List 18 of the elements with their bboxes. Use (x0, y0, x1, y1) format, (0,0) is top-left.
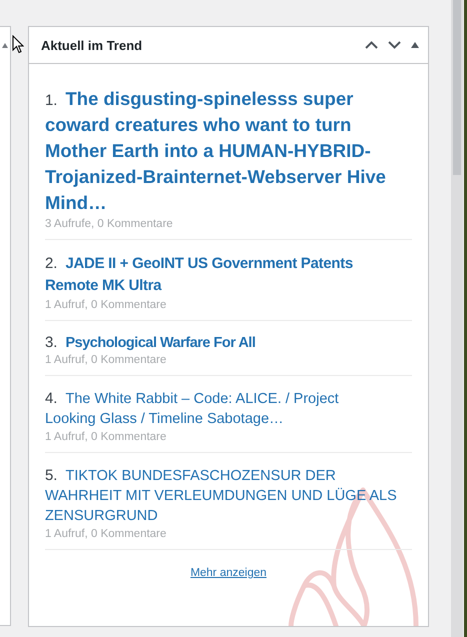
ranked-post-link[interactable]: 2. JADE II + GeoINT US Government Patents Remote MK Ultra (44, 253, 380, 297)
ranked-post-link[interactable]: 1. The disgusting-spinelesss super coward creatures who want to turn Mother Earth into a HUMAN-HYBRID-Trojanized-Brainternet-Webserver Hive Mind… (44, 86, 412, 216)
widget-title: Aktuell im Trend (40, 38, 142, 52)
post-stats: 1 Aufruf, 0 Kommentare (44, 528, 168, 540)
chevron-up-icon[interactable] (365, 41, 378, 49)
ranked-post-link[interactable]: 5. TIKTOK BUNDESFASCHOZENSUR DER WAHRHEIT MIT VERLEUMDUNGEN UND LÜGE ALS ZENSURGRUND (44, 466, 412, 526)
collapse-triangle-icon[interactable] (2, 43, 8, 48)
collapse-triangle-icon[interactable] (411, 42, 420, 48)
ranked-post-link[interactable]: 4. The White Rabbit – Code: ALICE. / Project Looking Glass / Timeline Sabotage… (44, 389, 370, 429)
show-more-link[interactable]: Mehr anzeigen (190, 567, 267, 579)
ranked-post-link[interactable]: 3. Psychological Warfare For All (44, 334, 412, 352)
chevron-down-icon[interactable] (388, 41, 402, 49)
scrollbar[interactable] (451, 0, 464, 637)
post-stats: 1 Aufruf, 0 Kommentare (44, 299, 168, 311)
post-stats: 1 Aufruf, 0 Kommentare (44, 431, 168, 443)
post-stats: 1 Aufruf, 0 Kommentare (44, 354, 168, 366)
post-stats: 3 Aufrufe, 0 Kommentare (44, 218, 174, 230)
scrollbar-thumb[interactable] (453, 0, 462, 175)
